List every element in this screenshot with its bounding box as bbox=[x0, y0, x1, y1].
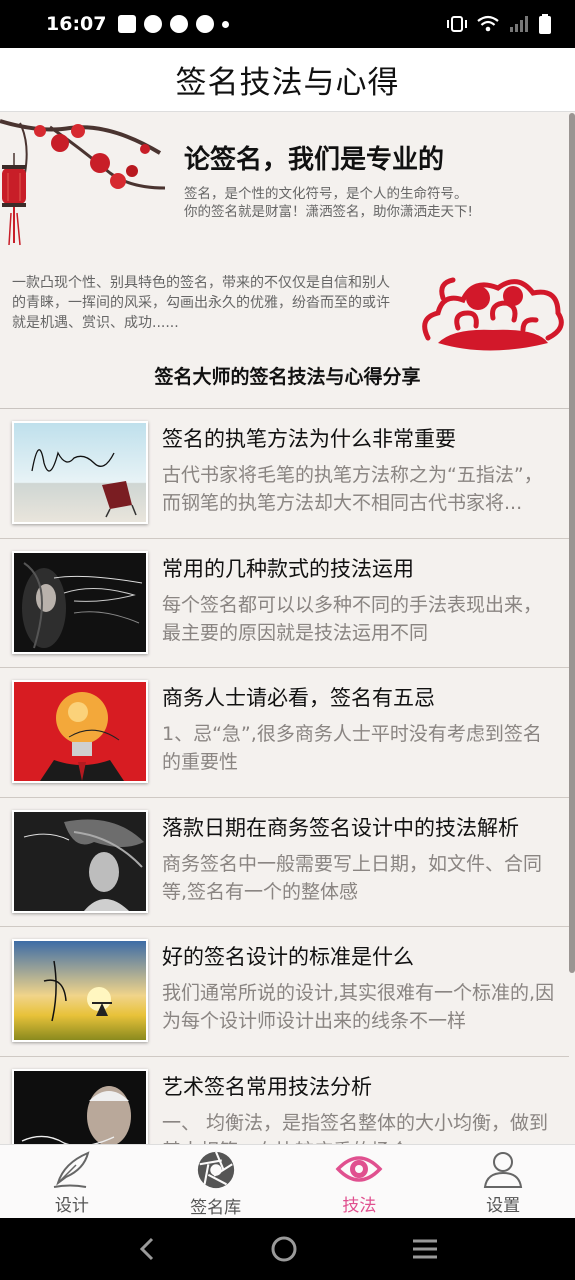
banner-headline: 论签名，我们是专业的 bbox=[184, 145, 445, 175]
eye-icon bbox=[335, 1156, 383, 1182]
banner-description: 一款凸现个性、别具特色的签名，带来的不仅仅是自信和别人的青睐，一挥间的风采，勾画… bbox=[12, 275, 390, 331]
speedometer-icon bbox=[144, 15, 163, 33]
mail-icon bbox=[118, 15, 137, 33]
vibrate-icon bbox=[447, 16, 467, 32]
article-thumbnail bbox=[12, 809, 148, 913]
article-title: 签名的执笔方法为什么非常重要 bbox=[162, 427, 456, 451]
signal-icon bbox=[510, 16, 528, 32]
tab-label: 设置 bbox=[486, 1196, 521, 1216]
aperture-icon bbox=[197, 1151, 234, 1189]
tab-techniques[interactable]: 技法 bbox=[288, 1145, 432, 1218]
article-thumbnail bbox=[12, 421, 148, 524]
recents-icon[interactable] bbox=[411, 1237, 439, 1261]
tab-signature-library[interactable]: 签名库 bbox=[144, 1145, 288, 1218]
list-item[interactable]: 好的签名设计的标准是什么 我们通常所说的设计,其实很难有一个标准的,因为每个设计… bbox=[0, 927, 569, 1057]
article-thumbnail bbox=[12, 680, 148, 783]
back-icon[interactable] bbox=[137, 1236, 157, 1262]
banner: 论签名，我们是专业的 签名，是个性的文化符号，是个人的生命符号。 你的签名就是财… bbox=[0, 113, 569, 353]
banner-subline-1: 签名，是个性的文化符号，是个人的生命符号。 bbox=[184, 186, 468, 202]
more-dot-icon bbox=[222, 20, 230, 28]
auspicious-cloud-illustration bbox=[422, 277, 564, 351]
list-item[interactable]: 落款日期在商务签名设计中的技法解析 商务签名中一般需要写上日期，如文件、合同等,… bbox=[0, 798, 569, 927]
article-desc: 一、 均衡法，是指签名整体的大小均衡，做到基本相等，在比较庄重的场合 bbox=[162, 1111, 549, 1145]
list-item[interactable]: 商务人士请必看，签名有五忌 1、忌“急”,很多商务人士平时没有考虑到签名的重要性 bbox=[0, 668, 569, 798]
screen: 16:07 签名技法与心得 论签名，我们是专业的 签名，是个性的文化符号，是个人… bbox=[0, 0, 575, 1280]
tab-settings[interactable]: 设置 bbox=[431, 1145, 575, 1218]
plum-blossom-lantern-illustration bbox=[0, 119, 166, 246]
list-item[interactable]: 常用的几种款式的技法运用 每个签名都可以以多种不同的手法表现出来，最主要的原因就… bbox=[0, 539, 569, 668]
speedometer-icon bbox=[196, 15, 215, 33]
banner-subline: 签名，是个性的文化符号，是个人的生命符号。 你的签名就是财富！潇洒签名，助你潇洒… bbox=[184, 185, 554, 221]
status-time: 16:07 bbox=[46, 13, 107, 35]
list-item[interactable]: 艺术签名常用技法分析 一、 均衡法，是指签名整体的大小均衡，做到基本相等，在比较… bbox=[0, 1057, 569, 1145]
bottom-navigation: 设计 签名库 技法 设置 bbox=[0, 1144, 575, 1218]
speedometer-icon bbox=[170, 15, 189, 33]
article-desc: 商务签名中一般需要写上日期，如文件、合同等,签名有一个的整体感 bbox=[162, 852, 543, 903]
article-title: 商务人士请必看，签名有五忌 bbox=[162, 686, 435, 710]
article-desc: 1、忌“急”,很多商务人士平时没有考虑到签名的重要性 bbox=[162, 723, 542, 773]
tab-label: 设计 bbox=[54, 1196, 89, 1216]
battery-icon bbox=[539, 14, 551, 34]
tab-design[interactable]: 设计 bbox=[0, 1145, 144, 1218]
notification-icons bbox=[118, 15, 230, 33]
tab-label: 签名库 bbox=[190, 1198, 242, 1218]
tab-label: 技法 bbox=[342, 1196, 377, 1216]
article-title: 艺术签名常用技法分析 bbox=[162, 1074, 372, 1099]
scrollbar[interactable] bbox=[569, 113, 575, 973]
banner-subline-2: 你的签名就是财富！潇洒签名，助你潇洒走天下! bbox=[184, 204, 473, 220]
system-icons bbox=[447, 14, 551, 34]
article-thumbnail bbox=[12, 939, 148, 1042]
home-icon[interactable] bbox=[270, 1235, 298, 1263]
article-thumbnail bbox=[12, 550, 148, 654]
article-title: 常用的几种款式的技法运用 bbox=[162, 556, 414, 581]
status-bar: 16:07 bbox=[0, 0, 575, 48]
list-item[interactable]: 签名的执笔方法为什么非常重要 古代书家将毛笔的执笔方法称之为“五指法”，而钢笔的… bbox=[0, 409, 569, 539]
article-title: 落款日期在商务签名设计中的技法解析 bbox=[162, 815, 519, 840]
article-desc: 古代书家将毛笔的执笔方法称之为“五指法”，而钢笔的执笔方法却大不相同古代书家将.… bbox=[162, 464, 543, 514]
wifi-icon bbox=[477, 15, 499, 32]
article-title: 好的签名设计的标准是什么 bbox=[162, 945, 414, 969]
section-title: 签名大师的签名技法与心得分享 bbox=[154, 366, 421, 388]
article-list: 签名的执笔方法为什么非常重要 古代书家将毛笔的执笔方法称之为“五指法”，而钢笔的… bbox=[0, 409, 569, 1144]
page-title: 签名技法与心得 bbox=[175, 65, 400, 101]
app-bar: 签名技法与心得 bbox=[0, 48, 575, 112]
quill-icon bbox=[53, 1151, 90, 1188]
article-thumbnail bbox=[12, 1068, 148, 1144]
article-desc: 我们通常所说的设计,其实很难有一个标准的,因为每个设计师设计出来的线条不一样 bbox=[162, 982, 555, 1032]
user-icon bbox=[483, 1152, 523, 1188]
system-navigation-bar bbox=[0, 1218, 575, 1280]
article-desc: 每个签名都可以以多种不同的手法表现出来，最主要的原因就是技法运用不同 bbox=[162, 593, 543, 644]
